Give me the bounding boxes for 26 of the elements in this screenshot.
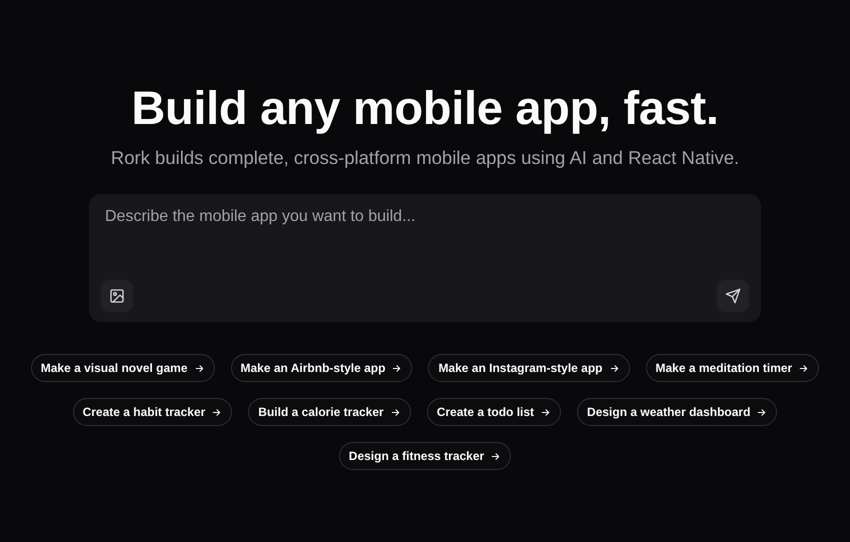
send-icon	[725, 288, 741, 304]
arrow-right-icon	[798, 362, 810, 374]
arrow-right-icon	[211, 406, 222, 418]
arrow-right-icon	[540, 406, 552, 418]
prompt-box[interactable]: Describe the mobile app you want to build...	[89, 194, 761, 322]
suggestion-chip[interactable]: Design a fitness tracker	[338, 442, 512, 470]
headline: Build any mobile app, fast.	[131, 80, 719, 136]
arrow-right-icon	[756, 406, 768, 418]
suggestion-chip[interactable]: Make a meditation timer	[646, 354, 820, 382]
arrow-right-icon	[391, 362, 402, 374]
suggestion-chip[interactable]: Make a visual novel game	[30, 354, 215, 382]
subtitle: Rork builds complete, cross-platform mobile apps using AI and React Native.	[110, 146, 740, 170]
image-upload-button[interactable]	[101, 280, 133, 312]
suggestion-chip[interactable]: Design a weather dashboard	[577, 398, 778, 426]
arrow-right-icon	[490, 450, 502, 462]
image-icon	[109, 288, 125, 304]
suggestion-chip[interactable]: Make an Instagram-style app	[428, 354, 630, 382]
arrow-right-icon	[390, 406, 401, 418]
arrow-right-icon	[194, 362, 205, 374]
suggestion-chip[interactable]: Build a calorie tracker	[248, 398, 411, 426]
suggestion-chip[interactable]: Create a todo list	[426, 398, 562, 426]
suggestion-chip[interactable]: Create a habit tracker	[72, 398, 232, 426]
send-button[interactable]	[717, 280, 749, 312]
arrow-right-icon	[608, 362, 620, 374]
suggestion-chip[interactable]: Make an Airbnb-style app	[230, 354, 412, 382]
prompt-field[interactable]: Describe the mobile app you want to build...	[105, 208, 745, 280]
